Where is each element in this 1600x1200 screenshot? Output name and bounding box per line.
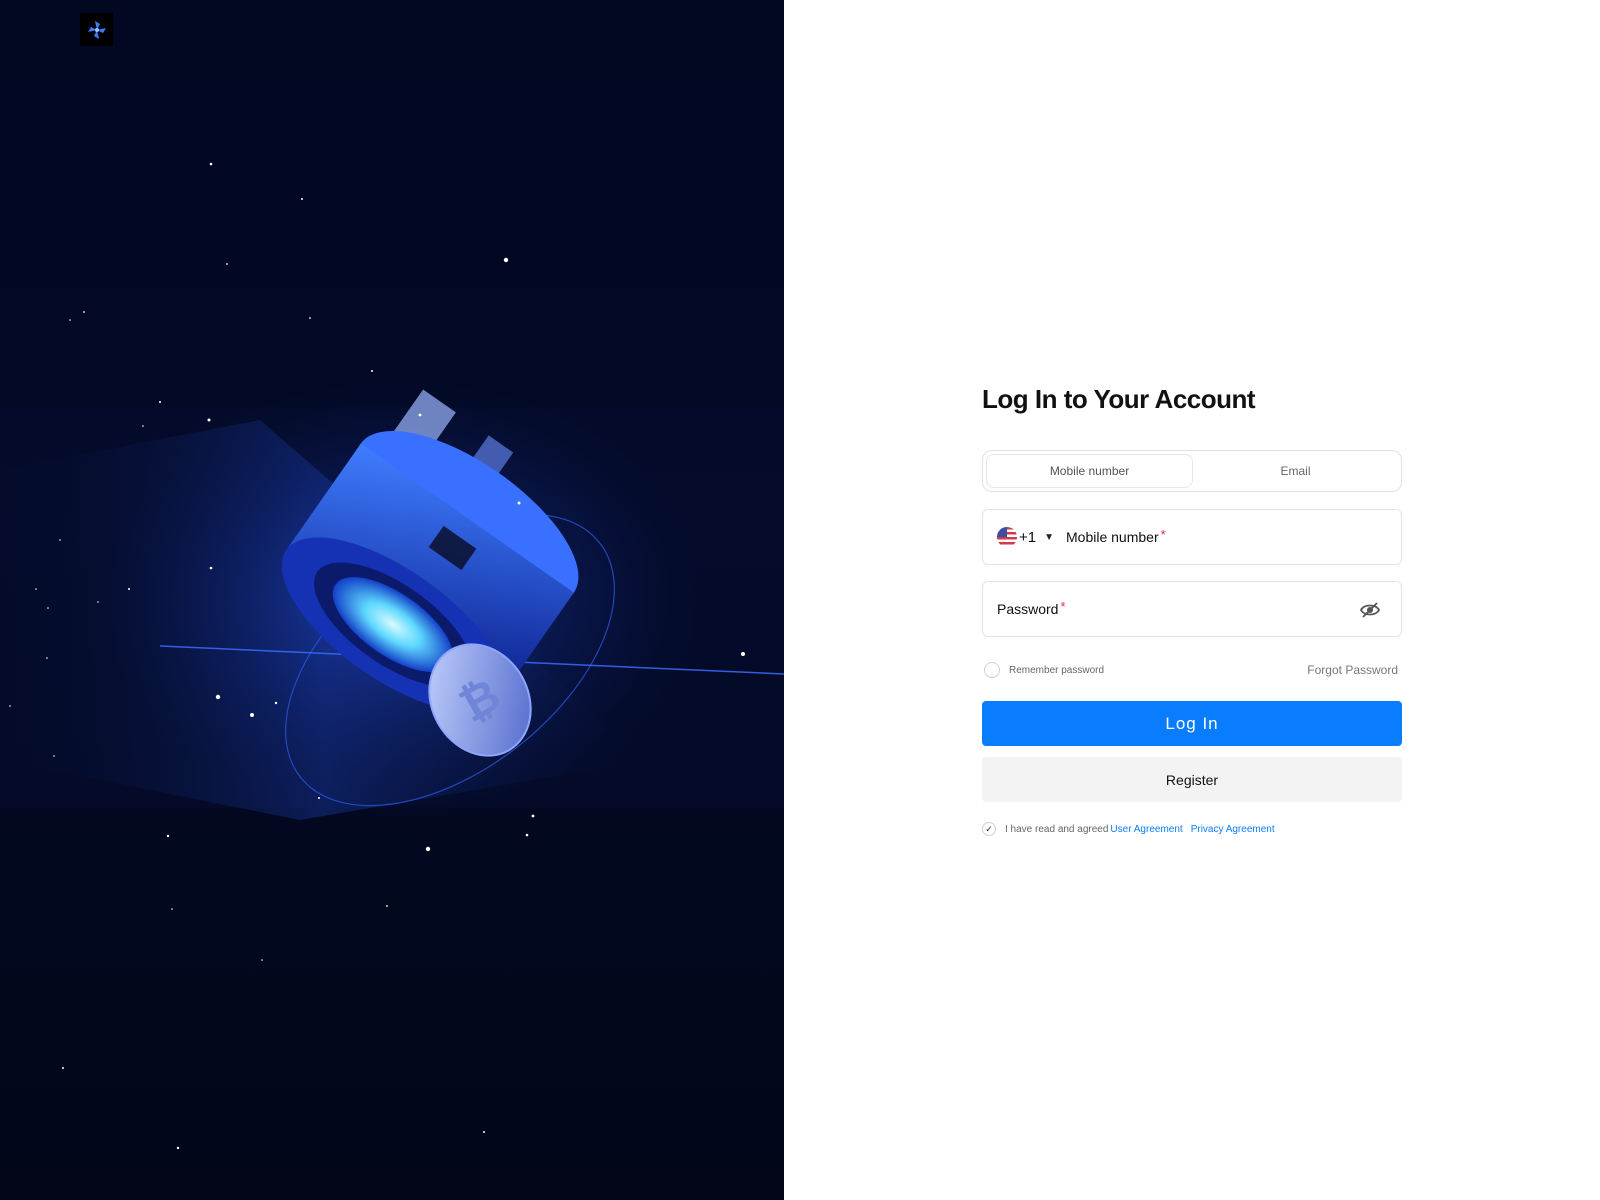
required-mark: * [1060,598,1066,614]
agreement-text: I have read and agreed [1005,823,1109,835]
forgot-password-link[interactable]: Forgot Password [1307,663,1398,677]
chevron-down-icon[interactable]: ▼ [1044,532,1054,543]
password-label: Password [997,601,1059,617]
remember-label: Remember password [1009,664,1105,676]
tab-mobile-number[interactable]: Mobile number [986,454,1193,488]
agreement-row: ✓ I have read and agreed User Agreement … [982,822,1402,836]
login-button[interactable]: Log In [982,701,1402,746]
login-panel: Log In to Your Account Mobile number Ema… [784,0,1600,1200]
password-field[interactable]: Password * [982,581,1402,637]
eye-hidden-icon[interactable] [1359,600,1381,620]
hero-illustration: ₿ [0,162,784,1150]
user-agreement-link[interactable]: User Agreement [1110,824,1182,835]
page-title: Log In to Your Account [982,384,1256,414]
country-dial-code[interactable]: +1 [1019,529,1036,546]
register-button[interactable]: Register [982,757,1402,802]
us-flag-icon[interactable] [997,527,1017,547]
remember-password[interactable]: Remember password [982,662,1104,678]
login-options-row: Remember password Forgot Password [982,659,1402,681]
login-form: Log In to Your Account Mobile number Ema… [982,380,1402,836]
mobile-number-field[interactable]: +1 ▼ Mobile number * [982,509,1402,565]
agreement-checkbox[interactable]: ✓ [982,822,996,836]
mobile-number-label: Mobile number [1066,529,1159,545]
hero-panel: ₿ [0,0,784,1200]
tab-email[interactable]: Email [1193,454,1398,488]
pinwheel-logo-icon[interactable] [80,13,113,46]
required-mark: * [1160,526,1166,542]
remember-checkbox[interactable] [984,662,1000,678]
login-method-tabs: Mobile number Email [982,450,1402,492]
privacy-agreement-link[interactable]: Privacy Agreement [1191,824,1275,835]
